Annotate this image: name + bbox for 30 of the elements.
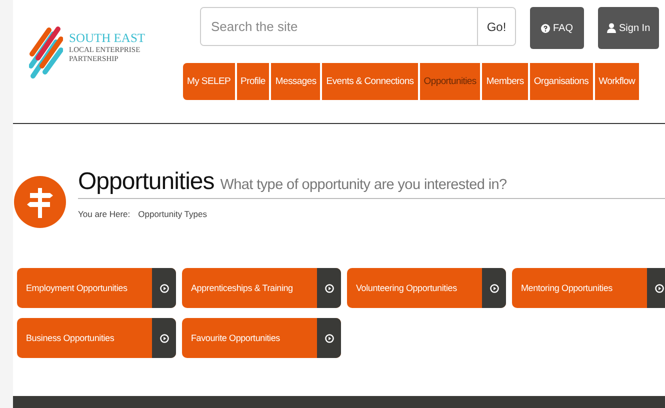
nav-tab[interactable]: Workflow <box>594 63 640 100</box>
opportunity-type-button[interactable]: Volunteering Opportunities <box>347 268 506 308</box>
opportunity-type-button[interactable]: Apprenticeships & Training <box>182 268 341 308</box>
nav-tab[interactable]: Members <box>482 63 528 100</box>
breadcrumb-label: You are Here: <box>78 209 130 219</box>
sign-in-button[interactable]: Sign In <box>598 7 660 49</box>
nav-tab[interactable]: Opportunities <box>420 63 480 100</box>
page-subtitle: What type of opportunity are you interested in? <box>220 177 507 193</box>
nav-tab[interactable]: My SELEP <box>183 63 235 100</box>
faq-button[interactable]: FAQ <box>530 7 584 49</box>
opportunity-type-button[interactable]: Favourite Opportunities <box>182 318 341 358</box>
arrow-circle-icon <box>654 284 664 292</box>
logo-title: SOUTH EAST <box>69 32 146 45</box>
question-icon <box>540 24 550 32</box>
page-title: Opportunities <box>78 168 214 196</box>
arrow-circle-icon <box>324 334 334 342</box>
breadcrumb-link[interactable]: Opportunity Types <box>138 209 207 219</box>
opportunity-type-button[interactable]: Mentoring Opportunities <box>512 268 665 308</box>
nav-tab[interactable]: Events & Connections <box>322 63 418 100</box>
arrow-circle-icon <box>490 284 498 292</box>
arrow-circle-icon <box>324 284 334 292</box>
opportunity-type-button[interactable]: Business Opportunities <box>17 318 176 358</box>
nav-tab[interactable]: Messages <box>271 63 320 100</box>
nav-tab[interactable]: Profile <box>236 63 270 100</box>
arrow-circle-icon <box>160 284 168 292</box>
user-icon <box>607 23 616 33</box>
nav-tab[interactable]: Organisations <box>530 63 593 100</box>
arrow-circle-icon <box>160 334 168 342</box>
logo-stripes-icon <box>29 24 63 80</box>
opportunity-type-button[interactable]: Employment Opportunities <box>17 268 176 308</box>
